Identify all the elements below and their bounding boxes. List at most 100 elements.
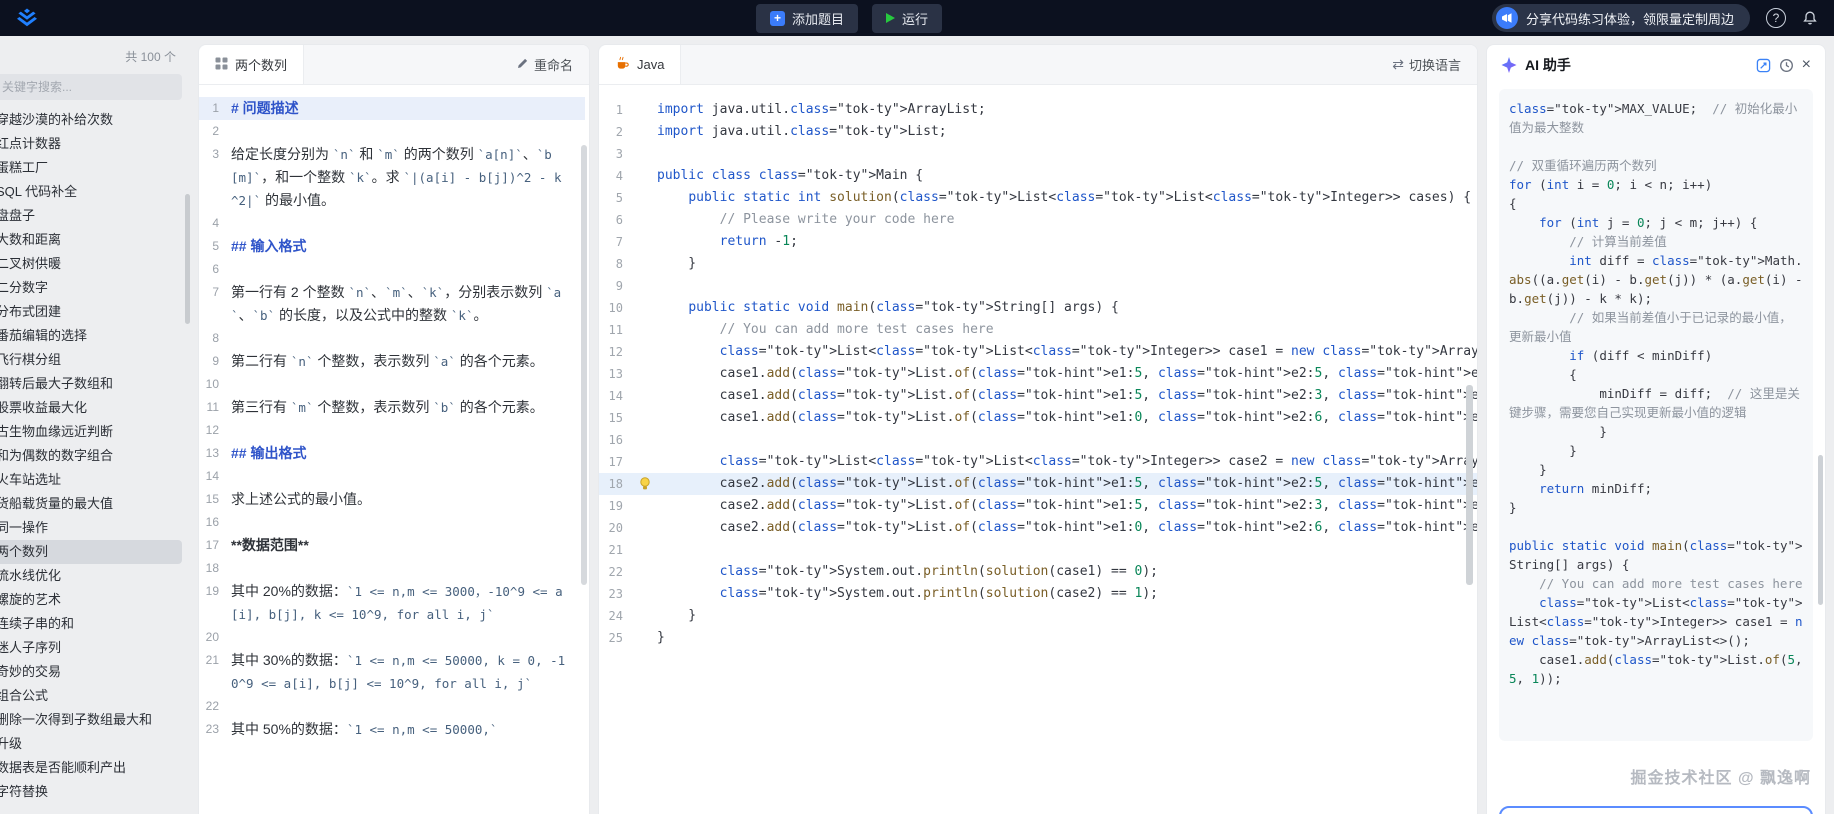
- code-line[interactable]: 9: [599, 275, 1477, 297]
- sidebar-scrollbar[interactable]: [185, 194, 190, 324]
- ai-code-block[interactable]: class="tok-ty">MAX_VALUE; // 初始化最小值为最大整数…: [1499, 89, 1813, 741]
- sidebar-item[interactable]: 二叉树供暖: [0, 252, 182, 276]
- sidebar-item[interactable]: 翻转后最大子数组和: [0, 372, 182, 396]
- code-line[interactable]: 11 // You can add more test cases here: [599, 319, 1477, 341]
- search-input[interactable]: [2, 80, 174, 94]
- code-line[interactable]: 16: [599, 429, 1477, 451]
- sidebar-item[interactable]: 连续子串的和: [0, 612, 182, 636]
- sidebar-item[interactable]: 螺旋的艺术: [0, 588, 182, 612]
- sidebar-item[interactable]: 数据表是否能顺利产出: [0, 756, 182, 780]
- md-line[interactable]: 5 ## 输入格式: [199, 235, 585, 258]
- code-line[interactable]: 3: [599, 143, 1477, 165]
- juejin-logo[interactable]: [16, 8, 38, 28]
- md-line[interactable]: 23 其中 50%的数据：`1 <= n,m <= 50000,`: [199, 718, 585, 741]
- sidebar-item[interactable]: SQL 代码补全: [0, 180, 182, 204]
- rename-button[interactable]: 重命名: [516, 55, 589, 74]
- code-line[interactable]: 15 case1.add(class="tok-ty">List.of(clas…: [599, 407, 1477, 429]
- search-box[interactable]: [0, 74, 182, 100]
- code-line[interactable]: 12 class="tok-ty">List<class="tok-ty">Li…: [599, 341, 1477, 363]
- code-editor[interactable]: 1 import java.util.class="tok-ty">ArrayLi…: [599, 85, 1477, 814]
- code-line[interactable]: 2 import java.util.class="tok-ty">List;: [599, 121, 1477, 143]
- code-line[interactable]: 19 case2.add(class="tok-ty">List.of(clas…: [599, 495, 1477, 517]
- sidebar-item[interactable]: 古生物血缘远近判断: [0, 420, 182, 444]
- code-line[interactable]: 18 case2.add(class="tok-ty">List.of(clas…: [599, 473, 1477, 495]
- md-line[interactable]: 10: [199, 373, 585, 396]
- sidebar-item[interactable]: 飞行棋分组: [0, 348, 182, 372]
- help-icon[interactable]: ?: [1766, 8, 1786, 28]
- md-line[interactable]: 2: [199, 120, 585, 143]
- sidebar-item[interactable]: 迷人子序列: [0, 636, 182, 660]
- code-line[interactable]: 10 public static void main(class="tok-ty…: [599, 297, 1477, 319]
- md-line[interactable]: 7 第一行有 2 个整数 `n`、`m`、`k`，分别表示数列 `a`、`b` 的…: [199, 281, 585, 327]
- add-problem-button[interactable]: + 添加题目: [755, 3, 858, 33]
- code-line[interactable]: 1 import java.util.class="tok-ty">ArrayLi…: [599, 99, 1477, 121]
- md-line[interactable]: 4: [199, 212, 585, 235]
- sidebar-item[interactable]: 升级: [0, 732, 182, 756]
- md-line[interactable]: 14: [199, 465, 585, 488]
- sidebar-item[interactable]: 火车站选址: [0, 468, 182, 492]
- code-line[interactable]: 8 }: [599, 253, 1477, 275]
- sidebar-item[interactable]: 删除一次得到子数组最大和: [0, 708, 182, 732]
- md-line[interactable]: 11 第三行有 `m` 个整数，表示数列 `b` 的各个元素。: [199, 396, 585, 419]
- md-line[interactable]: 18: [199, 557, 585, 580]
- code-line[interactable]: 5 public static int solution(class="tok-…: [599, 187, 1477, 209]
- md-line[interactable]: 22: [199, 695, 585, 718]
- sidebar-item[interactable]: 蛋糕工厂: [0, 156, 182, 180]
- code-line[interactable]: 6 // Please write your code here: [599, 209, 1477, 231]
- sidebar-item[interactable]: 股票收益最大化: [0, 396, 182, 420]
- sidebar-item[interactable]: 字符替换: [0, 780, 182, 804]
- sidebar-item[interactable]: 穿越沙漠的补给次数: [0, 108, 182, 132]
- md-line[interactable]: 8: [199, 327, 585, 350]
- switch-language-button[interactable]: ⇄ 切换语言: [1392, 55, 1477, 74]
- notification-icon[interactable]: [1802, 10, 1818, 26]
- code-line[interactable]: 4 public class class="tok-ty">Main {: [599, 165, 1477, 187]
- sidebar-item[interactable]: 番茄编辑的选择: [0, 324, 182, 348]
- md-line[interactable]: 3 给定长度分别为 `n` 和 `m` 的两个数列 `a[n]`、`b[m]`，和…: [199, 143, 585, 212]
- problem-scrollbar[interactable]: [581, 145, 587, 585]
- md-line[interactable]: 9 第二行有 `n` 个整数，表示数列 `a` 的各个元素。: [199, 350, 585, 373]
- code-line[interactable]: 21: [599, 539, 1477, 561]
- sidebar-item[interactable]: 流水线优化: [0, 564, 182, 588]
- sidebar-item[interactable]: 大数和距离: [0, 228, 182, 252]
- code-line[interactable]: 13 case1.add(class="tok-ty">List.of(clas…: [599, 363, 1477, 385]
- problem-editor[interactable]: 1 # 问题描述 2 3 给定长度分别为 `n` 和 `m` 的两个数列 `a[n]`…: [199, 85, 589, 814]
- md-line[interactable]: 17 **数据范围**: [199, 534, 585, 557]
- code-scrollbar[interactable]: [1466, 385, 1473, 585]
- language-tab[interactable]: Java: [599, 45, 682, 84]
- sidebar-item[interactable]: 红点计数器: [0, 132, 182, 156]
- md-line[interactable]: 15 求上述公式的最小值。: [199, 488, 585, 511]
- code-line[interactable]: 7 return -1;: [599, 231, 1477, 253]
- sidebar-item[interactable]: 和为偶数的数字组合: [0, 444, 182, 468]
- sidebar-item[interactable]: 两个数列: [0, 540, 182, 564]
- feedback-icon[interactable]: [1756, 58, 1771, 73]
- code-line[interactable]: 20 case2.add(class="tok-ty">List.of(clas…: [599, 517, 1477, 539]
- code-line[interactable]: 14 case1.add(class="tok-ty">List.of(clas…: [599, 385, 1477, 407]
- sidebar-item[interactable]: 组合公式: [0, 684, 182, 708]
- run-button[interactable]: 运行: [871, 3, 942, 33]
- md-line[interactable]: 6: [199, 258, 585, 281]
- sidebar-item[interactable]: 二分数字: [0, 276, 182, 300]
- history-icon[interactable]: [1779, 58, 1794, 73]
- md-line[interactable]: 1 # 问题描述: [199, 97, 585, 120]
- ai-chat-input[interactable]: [1499, 806, 1813, 814]
- problem-tab[interactable]: 两个数列: [199, 45, 305, 84]
- md-line[interactable]: 20: [199, 626, 585, 649]
- md-line[interactable]: 16: [199, 511, 585, 534]
- code-line[interactable]: 17 class="tok-ty">List<class="tok-ty">Li…: [599, 451, 1477, 473]
- code-line[interactable]: 22 class="tok-ty">System.out.println(sol…: [599, 561, 1477, 583]
- code-line[interactable]: 25}: [599, 627, 1477, 649]
- close-icon[interactable]: ×: [1802, 56, 1811, 74]
- md-line[interactable]: 21 其中 30%的数据：`1 <= n,m <= 50000, k = 0, -…: [199, 649, 585, 695]
- code-line[interactable]: 24 }: [599, 605, 1477, 627]
- sidebar-item[interactable]: 奇妙的交易: [0, 660, 182, 684]
- sidebar-item[interactable]: 同一操作: [0, 516, 182, 540]
- md-line[interactable]: 13 ## 输出格式: [199, 442, 585, 465]
- code-line[interactable]: 23 class="tok-ty">System.out.println(sol…: [599, 583, 1477, 605]
- sidebar-item[interactable]: 货船载货量的最大值: [0, 492, 182, 516]
- sidebar-item[interactable]: 盘盘子: [0, 204, 182, 228]
- md-line[interactable]: 12: [199, 419, 585, 442]
- lightbulb-icon[interactable]: [639, 473, 657, 495]
- promo-banner[interactable]: 分享代码练习体验，领限量定制周边: [1491, 4, 1750, 32]
- sidebar-item[interactable]: 分布式团建: [0, 300, 182, 324]
- md-line[interactable]: 19 其中 20%的数据：`1 <= n,m <= 3000，-10^9 <= a…: [199, 580, 585, 626]
